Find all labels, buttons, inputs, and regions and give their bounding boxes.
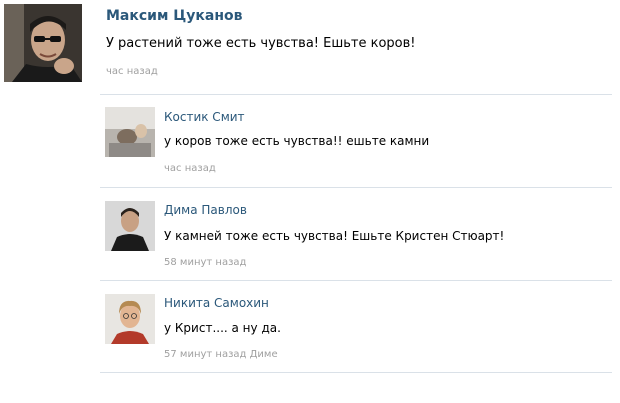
avatar-photo xyxy=(4,4,82,82)
post-author-link[interactable]: Максим Цуканов xyxy=(106,8,243,24)
post-text: У растений тоже есть чувства! Ешьте коро… xyxy=(106,36,416,51)
divider xyxy=(100,372,612,373)
post-timestamp[interactable]: час назад xyxy=(106,66,158,77)
comment-text: У камней тоже есть чувства! Ешьте Кристе… xyxy=(164,229,505,243)
comment-text: у Крист.... а ну да. xyxy=(164,321,281,335)
comment-timestamp[interactable]: 57 минут назад Диме xyxy=(164,349,278,360)
comment-text: у коров тоже есть чувства!! ешьте камни xyxy=(164,134,430,148)
comment-item: Дима Павлов У камней тоже есть чувства! … xyxy=(100,187,612,280)
comment-author-link[interactable]: Дима Павлов xyxy=(164,203,247,217)
avatar-photo xyxy=(105,294,155,344)
wall-post: Максим Цуканов У растений тоже есть чувс… xyxy=(0,0,620,100)
avatar[interactable] xyxy=(4,4,82,82)
avatar[interactable] xyxy=(105,294,155,344)
comment-timestamp[interactable]: час назад xyxy=(164,163,216,174)
avatar-photo xyxy=(105,107,155,157)
comment-timestamp[interactable]: 58 минут назад xyxy=(164,257,246,268)
comment-author-link[interactable]: Костик Смит xyxy=(164,110,245,124)
comment-item: Костик Смит у коров тоже есть чувства!! … xyxy=(100,94,612,187)
avatar[interactable] xyxy=(105,107,155,157)
avatar-photo xyxy=(105,201,155,251)
comment-item: Никита Самохин у Крист.... а ну да. 57 м… xyxy=(100,280,612,373)
avatar[interactable] xyxy=(105,201,155,251)
comment-author-link[interactable]: Никита Самохин xyxy=(164,296,269,310)
